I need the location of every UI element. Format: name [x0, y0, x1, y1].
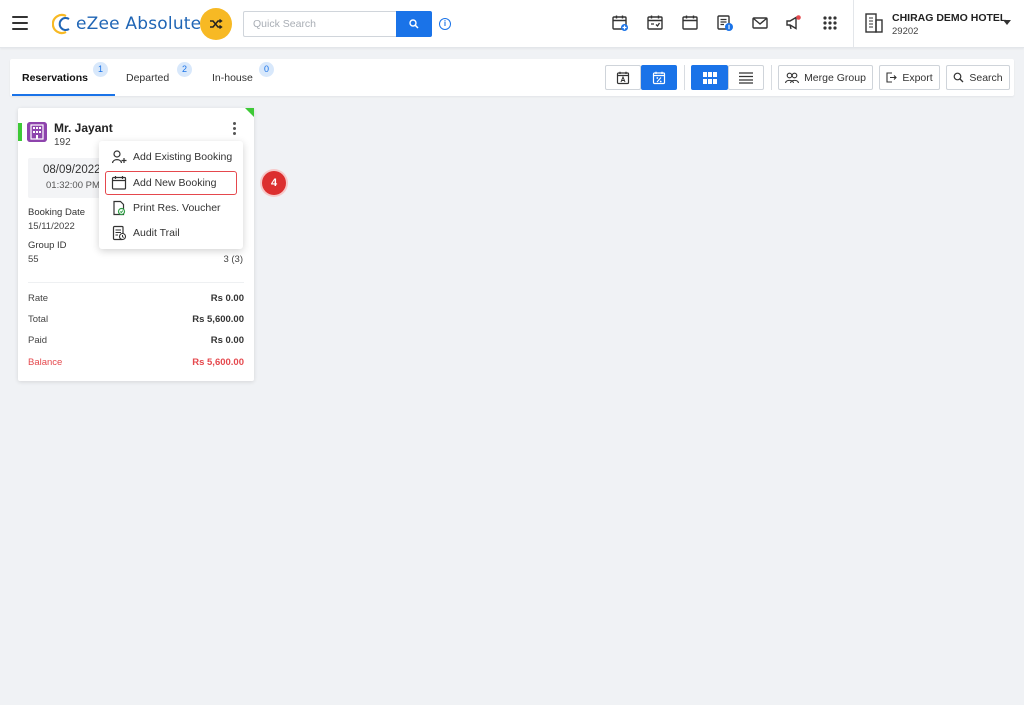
quick-search	[243, 11, 432, 37]
list-icon	[739, 71, 753, 84]
status-stripe	[18, 123, 22, 141]
mail-icon[interactable]	[751, 14, 769, 32]
tab-count-badge: 1	[93, 62, 108, 77]
switch-button[interactable]	[200, 8, 232, 40]
quick-search-input[interactable]	[243, 11, 396, 37]
search-icon	[409, 19, 419, 29]
tab-inhouse[interactable]: In-house 0	[202, 59, 282, 96]
calendar-arrival-icon	[616, 71, 630, 84]
more-options-icon[interactable]	[229, 122, 239, 138]
export-button[interactable]: Export	[879, 65, 940, 90]
header-divider	[853, 0, 854, 48]
app-name: eZee Absolute	[76, 14, 202, 34]
calendar-percent-icon	[652, 71, 666, 84]
invoice-icon[interactable]	[716, 14, 734, 32]
building-icon	[27, 122, 47, 142]
paid-row: Paid Rs 0.00	[28, 335, 244, 349]
grid-icon	[702, 71, 717, 84]
tab-departed[interactable]: Departed 2	[116, 59, 196, 96]
arrival-view-button[interactable]	[605, 65, 641, 90]
tab-label: In-house	[212, 72, 253, 84]
status-corner	[245, 108, 254, 117]
balance-label: Balance	[28, 357, 63, 368]
calendar-add-icon[interactable]	[611, 14, 629, 32]
menu-item-add-existing-booking[interactable]: Add Existing Booking	[105, 145, 237, 169]
hamburger-menu-icon[interactable]	[12, 16, 28, 30]
calendar-icon[interactable]	[681, 14, 699, 32]
booking-date-label: Booking Date	[28, 207, 86, 218]
export-icon	[886, 72, 898, 83]
apps-grid-icon[interactable]	[821, 14, 839, 32]
booking-date: 15/11/2022	[28, 221, 75, 232]
balance-value: Rs 5,600.00	[192, 357, 244, 368]
tab-bar: Reservations 1 Departed 2 In-house 0 Mer…	[10, 59, 1014, 96]
menu-item-label: Print Res. Voucher	[133, 202, 221, 214]
step-number-badge: 4	[262, 171, 286, 195]
card-context-menu: Add Existing Booking Add New Booking Pri…	[99, 141, 243, 249]
tab-label: Departed	[126, 72, 170, 84]
top-header: eZee Absolute i	[0, 0, 1024, 48]
search-button[interactable]	[396, 11, 432, 37]
menu-item-label: Add New Booking	[133, 177, 217, 189]
guest-name[interactable]: Mr. Jayant	[54, 121, 113, 135]
print-document-icon	[113, 200, 126, 216]
menu-item-label: Audit Trail	[133, 227, 180, 239]
menu-item-add-new-booking[interactable]: Add New Booking	[105, 171, 237, 195]
hotel-name: CHIRAG DEMO HOTEL	[892, 12, 1007, 24]
toolbar-divider	[684, 65, 685, 90]
shuffle-icon	[210, 18, 223, 30]
paid-label: Paid	[28, 335, 48, 346]
rate-label: Rate	[28, 293, 49, 304]
hotel-code: 29202	[892, 26, 919, 37]
list-view-button[interactable]	[728, 65, 764, 90]
ezee-logo-icon	[52, 13, 70, 35]
audit-document-icon	[112, 225, 127, 241]
hotel-selector[interactable]: CHIRAG DEMO HOTEL 29202	[864, 10, 1014, 40]
search-label: Search	[969, 71, 1003, 84]
chevron-down-icon	[1003, 20, 1011, 25]
reservation-view-button[interactable]	[641, 65, 677, 90]
group-users-icon	[785, 72, 800, 83]
menu-item-label: Add Existing Booking	[133, 151, 233, 163]
total-value: Rs 5,600.00	[192, 314, 244, 325]
paid-value: Rs 0.00	[210, 335, 244, 346]
merge-group-button[interactable]: Merge Group	[778, 65, 873, 90]
search-toolbar-button[interactable]: Search	[946, 65, 1010, 90]
building-icon	[865, 13, 883, 33]
grid-view-button[interactable]	[691, 65, 728, 90]
tab-reservations[interactable]: Reservations 1	[12, 59, 115, 96]
tab-label: Reservations	[22, 72, 88, 84]
app-logo[interactable]: eZee Absolute	[52, 11, 201, 37]
rate-value: Rs 0.00	[210, 293, 244, 304]
room-count: 3 (3)	[223, 254, 243, 265]
info-icon[interactable]: i	[439, 18, 451, 30]
search-icon	[953, 72, 964, 83]
arrival-date: 08/09/2022	[43, 164, 101, 176]
add-user-icon	[111, 150, 127, 164]
calendar-icon	[111, 176, 127, 190]
card-divider	[28, 282, 244, 283]
group-id: 55	[28, 254, 39, 265]
group-id-label: Group ID	[28, 240, 67, 251]
tab-count-badge: 0	[259, 62, 274, 77]
calendar-check-icon[interactable]	[646, 14, 664, 32]
balance-row: Balance Rs 5,600.00	[28, 357, 244, 371]
rate-row: Rate Rs 0.00	[28, 293, 244, 307]
toolbar-divider	[771, 65, 772, 90]
menu-item-audit-trail[interactable]: Audit Trail	[105, 221, 237, 245]
announcement-icon[interactable]	[784, 14, 802, 32]
arrival-time: 01:32:00 PM	[46, 180, 100, 191]
total-row: Total Rs 5,600.00	[28, 314, 244, 328]
total-label: Total	[28, 314, 49, 325]
merge-group-label: Merge Group	[804, 71, 866, 84]
tab-count-badge: 2	[177, 62, 192, 77]
menu-item-print-res-voucher[interactable]: Print Res. Voucher	[105, 196, 237, 220]
export-label: Export	[902, 71, 933, 84]
reservation-number: 192	[54, 137, 71, 148]
